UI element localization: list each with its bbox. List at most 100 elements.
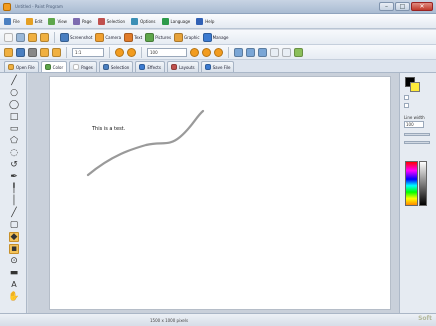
line-tool-icon[interactable]: ╱ [9, 76, 19, 86]
menu-language[interactable]: Language [161, 16, 192, 27]
maximize-button[interactable]: □ [395, 2, 410, 11]
zoom-select[interactable]: 1:1 [72, 47, 104, 57]
zoom-icon[interactable] [16, 32, 25, 42]
shade-palette[interactable] [419, 161, 427, 206]
tab-color[interactable]: Color [40, 61, 68, 72]
brush-tool-icon[interactable]: ╿ [9, 184, 19, 194]
save-icon[interactable] [16, 47, 25, 57]
watermark-logo: Soft [418, 315, 432, 322]
toolbar-separator [54, 31, 55, 43]
properties-panel: Line width 100 [399, 73, 436, 313]
size-select[interactable]: 100 [147, 47, 187, 57]
align-left-icon[interactable] [234, 47, 243, 57]
redo-icon[interactable] [40, 32, 49, 42]
align-right-icon[interactable] [258, 47, 267, 57]
camera-button[interactable]: Camera [95, 32, 121, 43]
status-text: 1500 x 1000 pixels [150, 318, 189, 323]
window-controls: – □ ✕ [379, 2, 433, 11]
eyedropper-tool-icon[interactable]: ⊙ [9, 256, 19, 266]
edit-icon [25, 17, 33, 25]
manage-button[interactable]: Manage [202, 32, 229, 43]
color-adjust-icon[interactable] [127, 47, 136, 57]
menu-bar: File Edit View Page Selection Options La… [0, 14, 436, 29]
menu-page[interactable]: Page [72, 16, 93, 27]
undo-icon[interactable] [28, 32, 37, 42]
rotate-right-icon[interactable] [52, 47, 61, 57]
marker-tool-icon[interactable]: ╱ [9, 208, 19, 218]
color-palette[interactable] [405, 161, 418, 206]
polygon-tool-icon[interactable]: ⬠ [9, 136, 19, 146]
zoom-slider[interactable] [404, 133, 430, 136]
tab-selection[interactable]: Selection [98, 61, 134, 72]
fill-tool-icon[interactable]: ◆ [9, 232, 19, 242]
lasso-tool-icon[interactable]: ◌ [9, 148, 19, 158]
toolbar-separator [228, 46, 229, 58]
rotate-tool-icon[interactable]: ↺ [9, 160, 19, 170]
pictures-button[interactable]: Pictures [145, 32, 171, 43]
pages-icon [73, 64, 80, 70]
palette-icon [44, 64, 51, 70]
circle-tool-icon[interactable]: ○ [9, 88, 19, 98]
pencil-tool-icon[interactable]: │ [9, 196, 19, 206]
tab-layouts[interactable]: Layouts [166, 61, 199, 72]
eraser-tool-icon[interactable]: ▪ [9, 244, 19, 254]
opacity-slider[interactable] [404, 141, 430, 144]
option-checkbox[interactable] [404, 95, 409, 100]
pencil-icon[interactable] [294, 47, 303, 57]
size-label: Line width [404, 115, 425, 120]
menu-selection[interactable]: Selection [97, 16, 126, 27]
page-icon [72, 17, 80, 25]
ellipse-tool-icon[interactable]: ◯ [9, 100, 19, 110]
selection-tab-icon [102, 64, 109, 70]
effect-icon[interactable] [115, 47, 124, 57]
crop-icon[interactable] [270, 47, 279, 57]
contrast-icon[interactable] [202, 47, 211, 57]
align-center-icon[interactable] [246, 47, 255, 57]
main-toolbar: Screenshot Camera Text Pictures Graphic … [0, 30, 436, 45]
status-bar: 1500 x 1000 pixels Soft [0, 313, 436, 326]
menu-options[interactable]: Options [130, 16, 156, 27]
sharpen-icon[interactable] [214, 47, 223, 57]
curve-stroke [86, 109, 205, 177]
open-icon[interactable] [4, 47, 13, 57]
tab-effects[interactable]: Effects [135, 61, 165, 72]
rotate-left-icon[interactable] [40, 47, 49, 57]
size-field[interactable]: 100 [404, 121, 424, 128]
tab-save-file[interactable]: Save File [200, 61, 235, 72]
menu-view[interactable]: View [47, 16, 68, 27]
options-icon [131, 17, 139, 25]
new-icon[interactable] [4, 32, 13, 42]
pen-tool-icon[interactable]: ✒ [9, 172, 19, 182]
screenshot-button[interactable]: Screenshot [60, 32, 92, 43]
brightness-icon[interactable] [190, 47, 199, 57]
hand-tool-icon[interactable]: ✋ [8, 292, 19, 302]
graphic-icon [174, 32, 184, 42]
rectangle-tool-icon[interactable]: □ [9, 112, 19, 122]
menu-file[interactable]: File [3, 16, 21, 27]
tool-palette: ╱ ○ ◯ □ ▭ ⬠ ◌ ↺ ✒ ╿ │ ╱ ▢ ◆ ▪ ⊙ ▬ A ✋ [0, 73, 27, 313]
folder-icon [8, 64, 14, 70]
title-bar: Untitled - Paint Program – □ ✕ [0, 0, 436, 14]
copy-icon[interactable] [282, 47, 291, 57]
option-checkbox[interactable] [404, 103, 409, 108]
text-button[interactable]: Text [124, 32, 142, 43]
view-icon [48, 17, 56, 25]
manage-icon [202, 32, 212, 42]
rounded-rect-tool-icon[interactable]: ▭ [9, 124, 19, 134]
menu-edit[interactable]: Edit [25, 16, 44, 27]
tab-open-file[interactable]: Open File [4, 61, 39, 72]
language-icon [161, 17, 169, 25]
graphic-button[interactable]: Graphic [174, 32, 200, 43]
background-color-swatch[interactable] [410, 82, 420, 92]
toolbar-separator [141, 46, 142, 58]
print-icon[interactable] [28, 47, 37, 57]
app-icon [3, 3, 11, 11]
close-button[interactable]: ✕ [411, 2, 433, 11]
drawing-canvas[interactable]: This is a test. [49, 76, 391, 310]
minimize-button[interactable]: – [379, 2, 394, 11]
frame-tool-icon[interactable]: ▢ [9, 220, 19, 230]
stamp-tool-icon[interactable]: ▬ [9, 268, 19, 278]
tab-pages[interactable]: Pages [69, 61, 97, 72]
menu-help[interactable]: Help [195, 16, 215, 27]
text-tool-icon[interactable]: A [9, 280, 19, 290]
